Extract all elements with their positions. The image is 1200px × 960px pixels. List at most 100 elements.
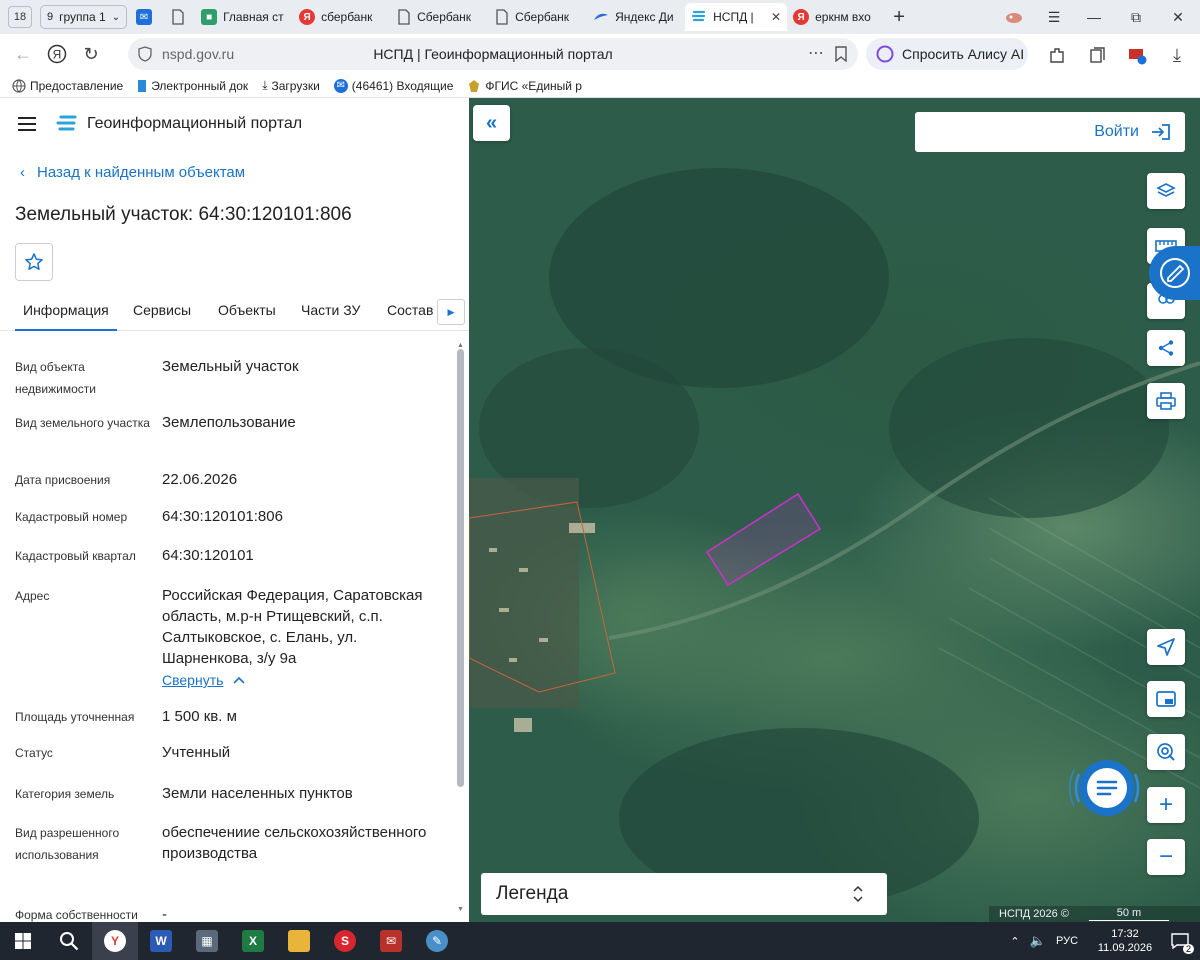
property-label: Категория земель	[15, 787, 115, 801]
basemap-button[interactable]	[1147, 681, 1185, 717]
feedback-chat-button[interactable]	[1149, 246, 1200, 300]
zoom-in-button[interactable]: +	[1147, 787, 1185, 823]
bookmark-icon[interactable]	[834, 46, 848, 62]
taskbar-app-paint[interactable]: ✎	[414, 922, 460, 960]
tab-erknm[interactable]: Я еркнм вхо	[787, 3, 885, 31]
scroll-down-arrow-icon[interactable]: ▼	[457, 906, 464, 913]
bookmark-icon	[138, 79, 147, 92]
new-tab-button[interactable]: +	[885, 3, 913, 31]
restore-icon[interactable]: ⧉	[1116, 0, 1156, 34]
add-favorite-button[interactable]	[15, 243, 53, 281]
ask-alice-button[interactable]: Спросить Алису AI	[866, 38, 1028, 70]
share-button[interactable]	[1147, 330, 1185, 366]
assistant-chat-button[interactable]	[1065, 746, 1149, 830]
volume-icon[interactable]: 🔈	[1026, 933, 1050, 949]
bookmark-item[interactable]: ⤓ Загрузки	[262, 78, 320, 93]
browser-tab-bar: 18 9 группа 1 ⌄ ✉ ■ Главная ст Я сбербан…	[0, 0, 1200, 34]
bookmark-item[interactable]: ✉ (46461) Входящие	[333, 78, 453, 93]
login-button[interactable]: Войти	[915, 112, 1185, 152]
zoom-out-button[interactable]: −	[1147, 839, 1185, 875]
taskbar-excel[interactable]: X	[230, 922, 276, 960]
map-view[interactable]: « Войти + − Легенда НСПД 2026 © 50 m	[469, 98, 1200, 922]
tab-parcel-parts[interactable]: Части ЗУ	[301, 286, 360, 331]
back-arrow-icon[interactable]: ←	[6, 37, 40, 71]
tab-nspd[interactable]: НСПД | ✕	[685, 3, 788, 31]
search-button[interactable]	[46, 922, 92, 960]
tab-sberbank-search[interactable]: Я сбербанк	[293, 3, 391, 31]
legend-panel[interactable]: Легенда	[481, 873, 887, 915]
chevron-down-icon: ⌄	[111, 11, 121, 23]
taskbar-app-s[interactable]: S	[322, 922, 368, 960]
collapse-link-label: Свернуть	[162, 672, 224, 688]
hamburger-menu-icon[interactable]	[17, 116, 37, 132]
tab-information[interactable]: Информация	[15, 286, 117, 331]
chat-bubble-icon	[1068, 760, 1140, 816]
tab-document[interactable]	[161, 3, 195, 31]
tab-services[interactable]: Сервисы	[133, 286, 191, 331]
taskbar-calculator[interactable]: ▦	[184, 922, 230, 960]
menu-icon[interactable]: ☰	[1034, 0, 1074, 34]
clock[interactable]: 17:32 11.09.2026	[1090, 927, 1160, 955]
property-label: Адрес	[15, 589, 50, 603]
tab-objects[interactable]: Объекты	[218, 286, 276, 331]
back-to-results-link[interactable]: ‹ Назад к найденным объектам	[20, 164, 245, 181]
panel-scrollbar-thumb[interactable]	[457, 349, 464, 787]
windows-logo-icon	[15, 933, 31, 949]
share-icon	[1158, 340, 1174, 356]
tab-count-badge[interactable]: 18	[8, 6, 32, 28]
close-window-icon[interactable]: ✕	[1158, 0, 1198, 34]
reload-icon[interactable]: ↻	[74, 37, 108, 71]
property-label: Вид объекта недвижимости	[15, 360, 96, 396]
tab-mail[interactable]: ✉	[127, 3, 161, 31]
taskbar-file-explorer[interactable]	[276, 922, 322, 960]
browser-avatar-icon[interactable]	[994, 0, 1034, 34]
bookmark-item[interactable]: Предоставление	[12, 79, 123, 93]
extensions-icon[interactable]	[1040, 38, 1074, 72]
chevron-up-icon[interactable]: ⌃	[1004, 935, 1026, 948]
collections-icon[interactable]	[1080, 38, 1114, 72]
taskbar-app-stamp[interactable]: ✉	[368, 922, 414, 960]
property-label: Вид земельного участка	[15, 416, 150, 430]
document-icon	[172, 9, 184, 25]
notification-count: 2	[1182, 944, 1194, 954]
folder-icon	[288, 930, 310, 952]
yandex-logo-icon[interactable]: Я	[40, 37, 74, 71]
download-icon[interactable]: ⤓	[1160, 38, 1194, 72]
target-button[interactable]	[1147, 734, 1185, 770]
more-icon[interactable]: ⋯	[808, 43, 824, 63]
property-value: Земельный участок	[162, 358, 299, 375]
language-indicator[interactable]: РУС	[1050, 935, 1084, 947]
toolbar-extensions	[1040, 38, 1074, 72]
notifications-button[interactable]: 2	[1160, 922, 1200, 960]
minimize-icon[interactable]: —	[1074, 0, 1114, 34]
tab-sberbank-1[interactable]: Сбербанк	[391, 3, 489, 31]
collapse-address-link[interactable]: Свернуть	[162, 672, 245, 688]
my-location-button[interactable]	[1147, 629, 1185, 665]
tab-sberbank-2[interactable]: Сбербанк	[489, 3, 587, 31]
tab-gosuslugi[interactable]: ■ Главная ст	[195, 3, 293, 31]
toolbar-downloads: ⤓	[1160, 38, 1194, 72]
print-button[interactable]	[1147, 383, 1185, 419]
tab-composition[interactable]: Состав	[387, 286, 433, 331]
clock-time: 17:32	[1111, 928, 1139, 940]
bookmark-item[interactable]: Электронный док	[137, 79, 248, 93]
tab-title: Сбербанк	[417, 10, 472, 24]
bookmark-item[interactable]: ФГИС «Единый р	[467, 79, 582, 93]
taskbar-yandex-browser[interactable]: Y	[92, 922, 138, 960]
url-field[interactable]: nspd.gov.ru НСПД | Геоинформационный пор…	[128, 38, 858, 70]
layers-button[interactable]	[1147, 173, 1185, 209]
document-icon	[496, 9, 508, 25]
property-label: Площадь уточненная	[15, 710, 135, 724]
profile-extension-icon[interactable]	[1120, 38, 1154, 72]
tab-yandex-disk[interactable]: Яндекс Ди	[587, 3, 685, 31]
close-icon[interactable]: ✕	[771, 10, 781, 24]
property-value: 22.06.2026	[162, 471, 238, 488]
taskbar-word[interactable]: W	[138, 922, 184, 960]
tabs-scroll-right-button[interactable]: ▶	[437, 299, 465, 325]
tab-group[interactable]: 9 группа 1 ⌄	[40, 5, 128, 29]
collapse-panel-button[interactable]: «	[473, 105, 510, 141]
property-value: 64:30:120101:806	[162, 508, 283, 525]
start-button[interactable]	[0, 922, 46, 960]
legend-label: Легенда	[496, 883, 569, 904]
scroll-up-arrow-icon[interactable]: ▲	[457, 342, 464, 349]
